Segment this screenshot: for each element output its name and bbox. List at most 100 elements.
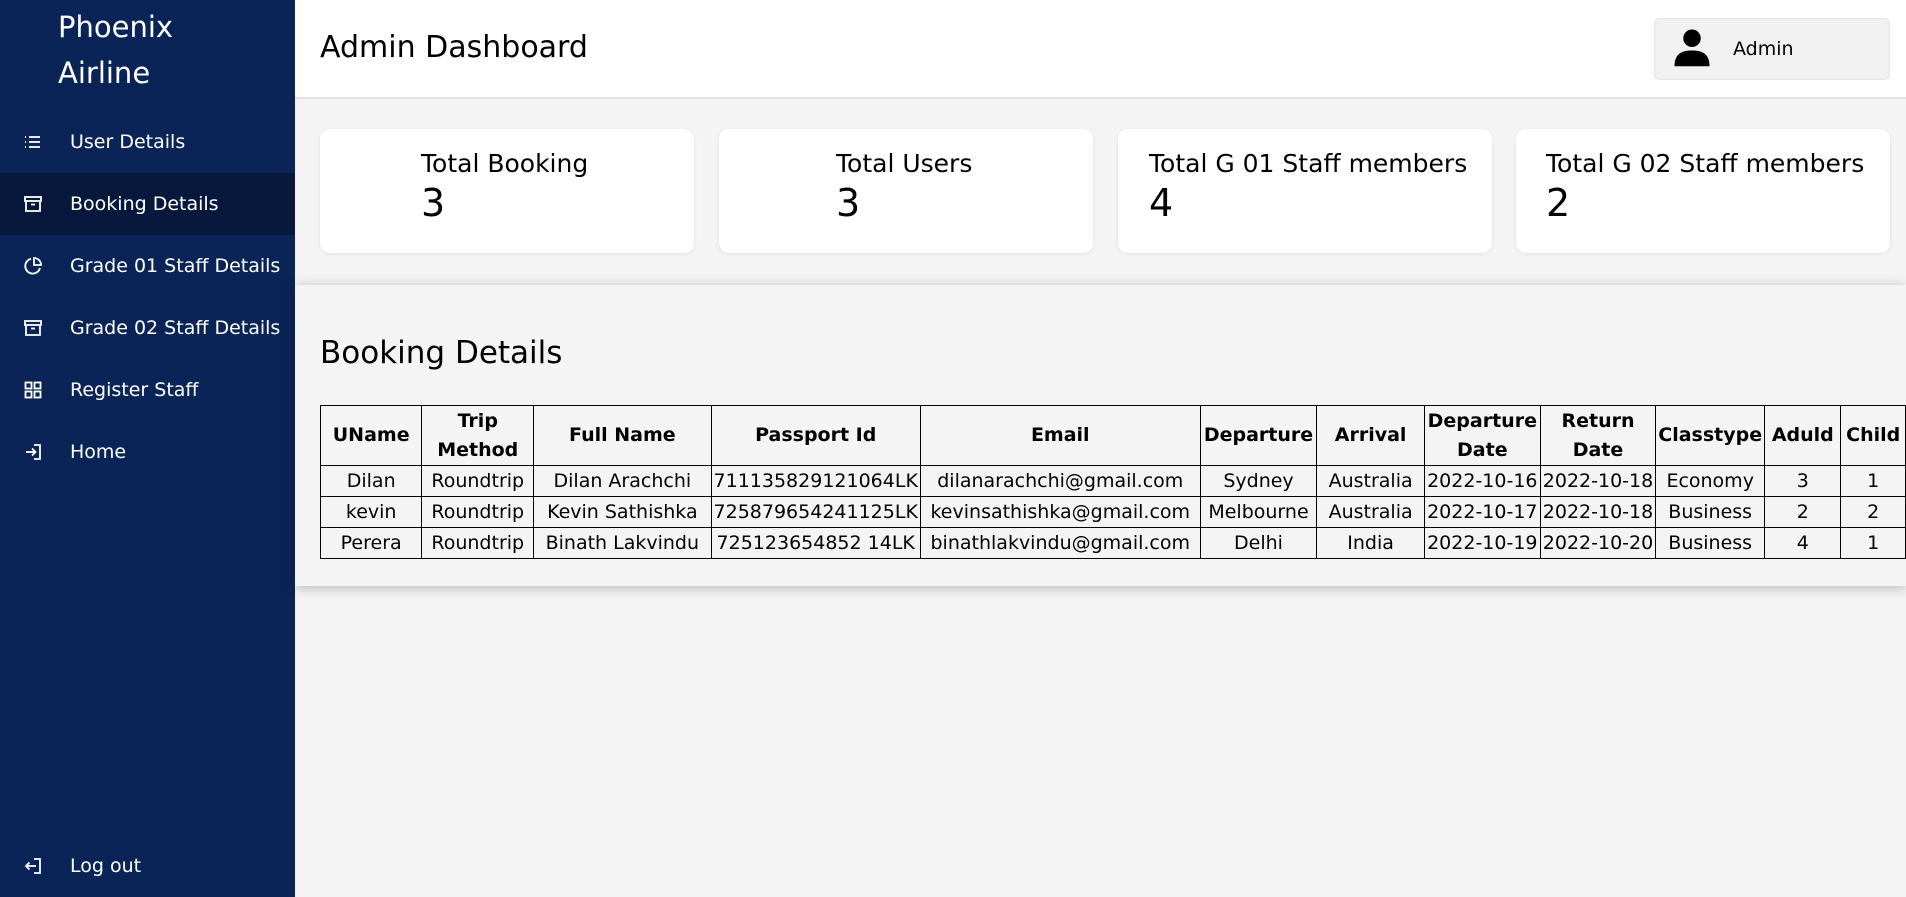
sidebar-item-user-details[interactable]: User Details: [0, 111, 295, 173]
table-cell: Roundtrip: [421, 465, 535, 497]
column-header: Child: [1840, 405, 1906, 466]
column-header: UName: [319, 405, 423, 466]
table-cell: 1: [1840, 527, 1906, 559]
column-header: Classtype: [1655, 405, 1766, 466]
column-header: Return Date: [1539, 405, 1657, 466]
table-cell: Roundtrip: [421, 527, 535, 559]
stat-card-total-booking: Total Booking 3: [320, 129, 694, 253]
user-menu[interactable]: Admin: [1654, 18, 1890, 80]
table-cell: 2022-10-20: [1539, 527, 1657, 559]
table-row: Perera Roundtrip Binath Lakvindu 7251236…: [319, 527, 1906, 559]
user-avatar-icon: [1671, 26, 1713, 72]
brand-logo-text: Phoenix Airline: [58, 4, 258, 96]
sidebar-item-register-staff[interactable]: Register Staff: [0, 359, 295, 421]
table-row: kevin Roundtrip Kevin Sathishka 72587965…: [319, 496, 1906, 528]
table-cell: 2022-10-18: [1539, 496, 1657, 528]
table-header-row: UName Trip Method Full Name Passport Id …: [319, 405, 1906, 466]
archive-icon: [22, 193, 44, 215]
table-cell: 2: [1764, 496, 1842, 528]
brand-line-2: Airline: [58, 56, 151, 90]
column-header: Departure Date: [1423, 405, 1541, 466]
sidebar-item-label: Home: [70, 441, 127, 463]
stat-value: 3: [836, 181, 861, 225]
stat-value: 2: [1546, 181, 1571, 225]
table-cell: kevin: [319, 496, 423, 528]
table-cell: Business: [1655, 496, 1766, 528]
sidebar-item-label: Grade 01 Staff Details: [70, 255, 281, 277]
table-cell: 2022-10-19: [1423, 527, 1541, 559]
stat-card-total-users: Total Users 3: [719, 129, 1093, 253]
booking-table: UName Trip Method Full Name Passport Id …: [319, 405, 1906, 559]
table-cell: Business: [1655, 527, 1766, 559]
sidebar-nav: User Details Booking Details Grade 01 St…: [0, 111, 295, 483]
table-cell: Melbourne: [1199, 496, 1318, 528]
sidebar-item-label: Register Staff: [70, 379, 199, 401]
archive-icon: [22, 317, 44, 339]
table-cell: Perera: [319, 527, 423, 559]
stat-value: 4: [1149, 181, 1174, 225]
stats-row: Total Booking 3 Total Users 3 Total G 01…: [320, 129, 1890, 253]
sidebar-footer: Log out: [0, 835, 295, 897]
column-header: Arrival: [1316, 405, 1425, 466]
sidebar-item-grade-02-staff[interactable]: Grade 02 Staff Details: [0, 297, 295, 359]
brand-line-1: Phoenix: [58, 10, 174, 44]
table-cell: India: [1316, 527, 1425, 559]
table-cell: 2: [1840, 496, 1906, 528]
sidebar-item-label: Booking Details: [70, 193, 219, 215]
table-cell: Economy: [1655, 465, 1766, 497]
sidebar-item-home[interactable]: Home: [0, 421, 295, 483]
table-cell: 3: [1764, 465, 1842, 497]
table-cell: 2022-10-17: [1423, 496, 1541, 528]
stat-card-g01-staff: Total G 01 Staff members 4: [1118, 129, 1492, 253]
sidebar-item-label: Grade 02 Staff Details: [70, 317, 281, 339]
stat-label: Total G 01 Staff members: [1149, 149, 1468, 178]
table-row: Dilan Roundtrip Dilan Arachchi 711135829…: [319, 465, 1906, 497]
sidebar: Phoenix Airline User Details Booking Det…: [0, 0, 295, 897]
stat-value: 3: [421, 181, 446, 225]
column-header: Email: [919, 405, 1201, 466]
table-cell: binathlakvindu@gmail.com: [919, 527, 1201, 559]
table-cell: Dilan: [319, 465, 423, 497]
table-cell: dilanarachchi@gmail.com: [919, 465, 1201, 497]
table-cell: Roundtrip: [421, 496, 535, 528]
table-cell: Dilan Arachchi: [533, 465, 712, 497]
top-header: Admin Dashboard Admin: [295, 0, 1906, 99]
column-header: Departure: [1199, 405, 1318, 466]
column-header: Full Name: [533, 405, 712, 466]
column-header: Passport Id: [710, 405, 921, 466]
table-cell: 725123654852 14LK: [710, 527, 921, 559]
table-cell: Australia: [1316, 465, 1425, 497]
table-cell: 2022-10-18: [1539, 465, 1657, 497]
column-header: Trip Method: [421, 405, 535, 466]
column-header: Aduld: [1764, 405, 1842, 466]
table-cell: Kevin Sathishka: [533, 496, 712, 528]
log-in-icon: [22, 441, 44, 463]
page-title: Admin Dashboard: [320, 30, 588, 65]
pie-chart-icon: [22, 255, 44, 277]
user-name: Admin: [1733, 38, 1794, 60]
stat-label: Total Booking: [421, 149, 589, 178]
sidebar-item-booking-details[interactable]: Booking Details: [0, 173, 295, 235]
stat-label: Total Users: [836, 149, 973, 178]
table-cell: 4: [1764, 527, 1842, 559]
section-title: Booking Details: [320, 335, 563, 371]
log-out-icon: [22, 855, 44, 877]
table-cell: kevinsathishka@gmail.com: [919, 496, 1201, 528]
table-cell: Binath Lakvindu: [533, 527, 712, 559]
booking-details-panel: Booking Details UName Trip Method Full N…: [295, 285, 1906, 586]
logout-button[interactable]: Log out: [0, 835, 295, 897]
table-cell: Delhi: [1199, 527, 1318, 559]
table-cell: Sydney: [1199, 465, 1318, 497]
list-icon: [22, 131, 44, 153]
table-cell: 711135829121064LK: [710, 465, 921, 497]
sidebar-item-grade-01-staff[interactable]: Grade 01 Staff Details: [0, 235, 295, 297]
table-cell: 1: [1840, 465, 1906, 497]
grid-icon: [22, 379, 44, 401]
logout-label: Log out: [70, 855, 142, 877]
stat-card-g02-staff: Total G 02 Staff members 2: [1516, 129, 1890, 253]
sidebar-item-label: User Details: [70, 131, 186, 153]
table-cell: 725879654241125LK: [710, 496, 921, 528]
stat-label: Total G 02 Staff members: [1546, 149, 1865, 178]
table-cell: 2022-10-16: [1423, 465, 1541, 497]
table-cell: Australia: [1316, 496, 1425, 528]
